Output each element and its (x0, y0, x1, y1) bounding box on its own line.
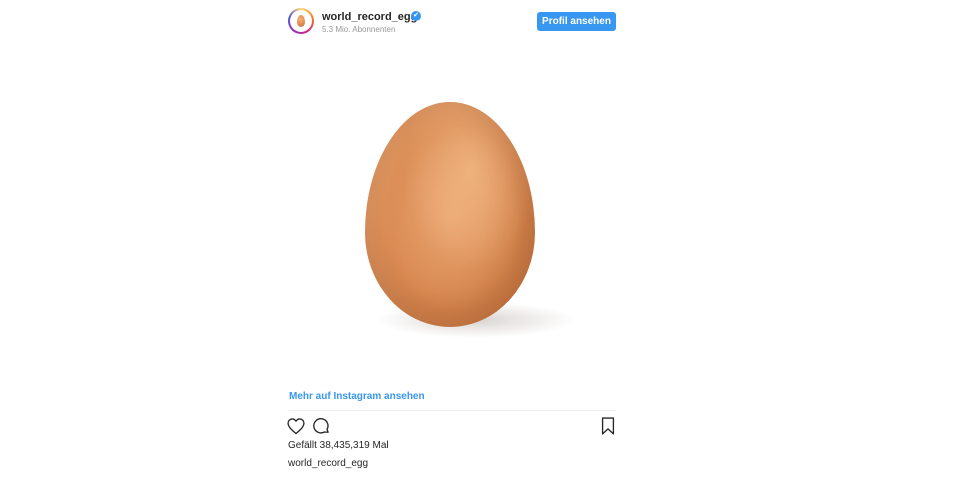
avatar-egg-image (297, 15, 305, 27)
follower-count: 5.3 Mio. Abonnenten (322, 25, 396, 34)
post-header: world_record_egg ✔ 5.3 Mio. Abonnenten P… (288, 6, 618, 38)
bookmark-icon[interactable] (598, 416, 618, 436)
caption-username[interactable]: world_record_egg (288, 458, 368, 469)
like-count: Gefällt 38,435,319 Mal (288, 440, 389, 451)
view-more-on-instagram-link[interactable]: Mehr auf Instagram ansehen (289, 391, 425, 402)
heart-icon[interactable] (286, 416, 306, 436)
instagram-embed: world_record_egg ✔ 5.3 Mio. Abonnenten P… (280, 0, 624, 480)
post-image[interactable] (280, 40, 624, 385)
view-profile-button[interactable]: Profil ansehen (537, 12, 616, 31)
egg-photo (365, 102, 535, 327)
username-link[interactable]: world_record_egg (322, 11, 417, 23)
verified-badge-icon: ✔ (411, 11, 421, 21)
comment-icon[interactable] (311, 416, 331, 436)
avatar[interactable] (288, 8, 314, 34)
divider (289, 410, 616, 411)
